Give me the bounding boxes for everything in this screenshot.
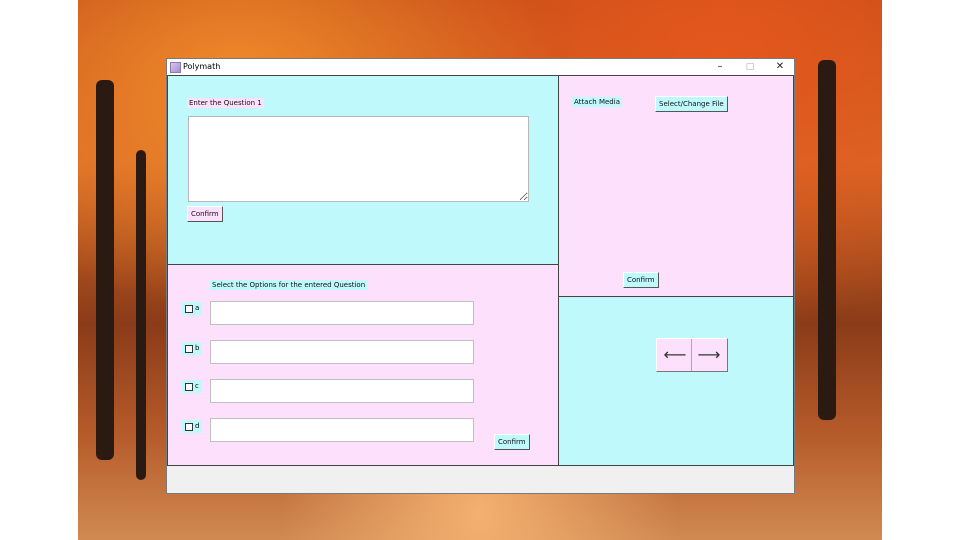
close-button[interactable]: ✕ bbox=[766, 60, 794, 74]
navigation-panel: ⟵ ⟶ bbox=[558, 296, 794, 466]
option-letter: b bbox=[195, 344, 200, 352]
question-confirm-button[interactable]: Confirm bbox=[187, 206, 223, 222]
option-letter: a bbox=[195, 304, 200, 312]
option-checkbox-c[interactable]: c bbox=[182, 380, 202, 393]
option-letter: c bbox=[195, 382, 199, 390]
media-confirm-button[interactable]: Confirm bbox=[623, 272, 659, 288]
app-icon bbox=[170, 62, 181, 73]
app-window: Polymath – □ ✕ Enter the Question 1 Conf… bbox=[167, 59, 794, 493]
option-input-d[interactable] bbox=[210, 418, 474, 442]
maximize-button[interactable]: □ bbox=[736, 60, 764, 74]
window-title: Polymath bbox=[183, 62, 221, 71]
previous-arrow-icon[interactable]: ⟵ bbox=[660, 345, 690, 365]
option-input-c[interactable] bbox=[210, 379, 474, 403]
checkbox-icon bbox=[185, 305, 193, 313]
title-bar[interactable]: Polymath – □ ✕ bbox=[167, 59, 794, 75]
option-checkbox-a[interactable]: a bbox=[182, 302, 202, 315]
options-panel: Select the Options for the entered Quest… bbox=[167, 264, 559, 466]
options-confirm-button[interactable]: Confirm bbox=[494, 434, 530, 450]
option-letter: d bbox=[195, 422, 200, 430]
option-input-b[interactable] bbox=[210, 340, 474, 364]
tree-trunk-right bbox=[818, 60, 836, 420]
navigation-buttons: ⟵ ⟶ bbox=[656, 338, 728, 372]
tree-trunk-left bbox=[96, 80, 114, 460]
media-panel: Attach Media Select/Change File Confirm bbox=[558, 75, 794, 297]
minimize-button[interactable]: – bbox=[706, 60, 734, 74]
option-checkbox-b[interactable]: b bbox=[182, 342, 202, 355]
checkbox-icon bbox=[185, 423, 193, 431]
next-arrow-icon[interactable]: ⟶ bbox=[694, 345, 724, 365]
option-input-a[interactable] bbox=[210, 301, 474, 325]
nav-divider bbox=[691, 339, 692, 371]
attach-media-label: Attach Media bbox=[572, 97, 622, 107]
question-input[interactable] bbox=[188, 116, 529, 202]
question-label: Enter the Question 1 bbox=[187, 98, 264, 108]
option-checkbox-d[interactable]: d bbox=[182, 420, 202, 433]
options-label: Select the Options for the entered Quest… bbox=[210, 280, 368, 290]
tree-trunk-left-2 bbox=[136, 150, 146, 480]
checkbox-icon bbox=[185, 383, 193, 391]
checkbox-icon bbox=[185, 345, 193, 353]
select-file-button[interactable]: Select/Change File bbox=[655, 96, 728, 112]
question-panel: Enter the Question 1 Confirm bbox=[167, 75, 559, 265]
